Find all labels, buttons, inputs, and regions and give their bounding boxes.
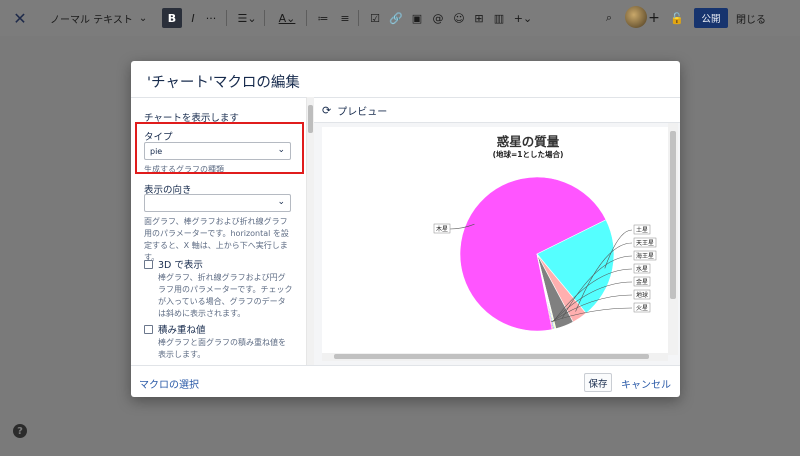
table-icon[interactable]: ⊞ <box>472 0 486 36</box>
save-button[interactable]: 保存 <box>584 373 612 392</box>
scrollbar-thumb[interactable] <box>334 354 649 359</box>
orientation-select[interactable]: ⌄ <box>144 194 291 212</box>
publish-button[interactable]: 公開 <box>694 8 728 28</box>
image-icon[interactable]: ▣ <box>410 0 424 36</box>
scrollbar-thumb[interactable] <box>670 131 676 299</box>
numbered-list-icon[interactable]: ≡ <box>338 0 352 36</box>
preview-area: 惑星の質量 (地球=1とした場合) 木星 土星天王星海王星水星金星地球火星 <box>314 123 680 365</box>
toolbar-divider <box>226 10 227 26</box>
svg-text:水星: 水星 <box>636 265 648 273</box>
svg-text:天王星: 天王星 <box>636 240 654 247</box>
add-collaborator-icon[interactable]: + <box>647 0 661 36</box>
search-icon[interactable]: ⌕ <box>602 0 616 36</box>
highlight-box <box>135 122 304 174</box>
chart-canvas: 惑星の質量 (地球=1とした場合) 木星 土星天王星海王星水星金星地球火星 <box>322 127 670 353</box>
bullet-list-icon[interactable]: ≔ <box>316 0 330 36</box>
italic-button[interactable]: I <box>186 0 200 36</box>
three-d-checkbox[interactable] <box>144 260 153 269</box>
pie-label-0: 木星 <box>433 223 451 234</box>
refresh-icon[interactable]: ⟳ <box>322 104 331 117</box>
pie-label-5: 金星 <box>633 276 651 287</box>
text-color-icon[interactable]: A⌄ <box>276 0 298 36</box>
chevron-down-icon: ⌄ <box>138 12 148 24</box>
confluence-logo-icon[interactable]: ✕ <box>10 0 30 36</box>
emoji-icon[interactable]: ☺ <box>452 0 466 36</box>
select-macro-link[interactable]: マクロの選択 <box>139 376 199 391</box>
preview-header: ⟳ プレビュー <box>314 97 680 123</box>
macro-edit-dialog: 'チャート'マクロの編集 チャートを表示します タイプ pie ⌄ 生成するグラ… <box>131 61 680 397</box>
left-scrollbar[interactable] <box>306 97 314 365</box>
close-button[interactable]: 閉じる <box>736 0 766 36</box>
svg-text:土星: 土星 <box>636 226 648 234</box>
bold-button[interactable]: B <box>162 8 182 28</box>
text-style-dropdown[interactable]: ノーマル テキスト ⌄ <box>50 0 147 36</box>
pie-label-7: 火星 <box>633 302 651 313</box>
pie-label-2: 天王星 <box>633 237 657 248</box>
svg-text:金星: 金星 <box>636 278 648 286</box>
pie-label-3: 海王星 <box>633 250 657 261</box>
dialog-title: 'チャート'マクロの編集 <box>147 75 300 91</box>
svg-text:海王星: 海王星 <box>636 252 654 260</box>
pie-label-1: 土星 <box>633 224 651 235</box>
mention-icon[interactable]: @ <box>431 0 445 36</box>
help-icon[interactable]: ? <box>13 424 27 438</box>
editor-toolbar: ✕ ノーマル テキスト ⌄ B I ··· ☰⌄ A⌄ ≔ ≡ ☑ 🔗 ▣ @ … <box>0 0 800 36</box>
chart-subtitle: (地球=1とした場合) <box>493 149 564 159</box>
insert-more-icon[interactable]: +⌄ <box>512 0 534 36</box>
toolbar-divider <box>306 10 307 26</box>
stacked-label: 積み重ね値 <box>158 325 206 336</box>
text-style-label: ノーマル テキスト <box>50 14 133 26</box>
avatar[interactable] <box>625 6 647 28</box>
pie-label-6: 地球 <box>633 289 651 300</box>
link-icon[interactable]: 🔗 <box>389 0 403 36</box>
cancel-button[interactable]: キャンセル <box>621 376 671 391</box>
scrollbar-thumb[interactable] <box>308 105 313 133</box>
svg-text:火星: 火星 <box>636 305 648 312</box>
pie-label-4: 水星 <box>633 263 651 274</box>
restrictions-icon[interactable]: 🔓 <box>670 0 684 36</box>
toolbar-divider <box>358 10 359 26</box>
dialog-footer: マクロの選択 保存 キャンセル <box>131 365 680 397</box>
layout-icon[interactable]: ▥ <box>492 0 506 36</box>
three-d-hint: 棒グラフ、折れ線グラフおよび円グラフ用のパラメーターです。チェックが入っている場… <box>158 273 293 318</box>
stacked-hint: 棒グラフと面グラフの積み重ね値を表示します。 <box>158 338 286 359</box>
align-icon[interactable]: ☰⌄ <box>236 0 258 36</box>
chevron-down-icon: ⌄ <box>277 197 285 207</box>
pie-chart: 惑星の質量 (地球=1とした場合) 木星 土星天王星海王星水星金星地球火星 <box>433 134 657 332</box>
toolbar-divider <box>264 10 265 26</box>
more-format-button[interactable]: ··· <box>204 0 218 36</box>
task-icon[interactable]: ☑ <box>368 0 382 36</box>
chart-title: 惑星の質量 <box>497 134 560 149</box>
preview-horizontal-scrollbar[interactable] <box>322 353 668 361</box>
preview-label: プレビュー <box>337 106 388 118</box>
preview-vertical-scrollbar[interactable] <box>668 123 678 355</box>
svg-text:地球: 地球 <box>636 291 648 299</box>
svg-text:木星: 木星 <box>436 225 448 233</box>
stacked-checkbox[interactable] <box>144 325 153 334</box>
three-d-label: 3D で表示 <box>158 260 203 271</box>
